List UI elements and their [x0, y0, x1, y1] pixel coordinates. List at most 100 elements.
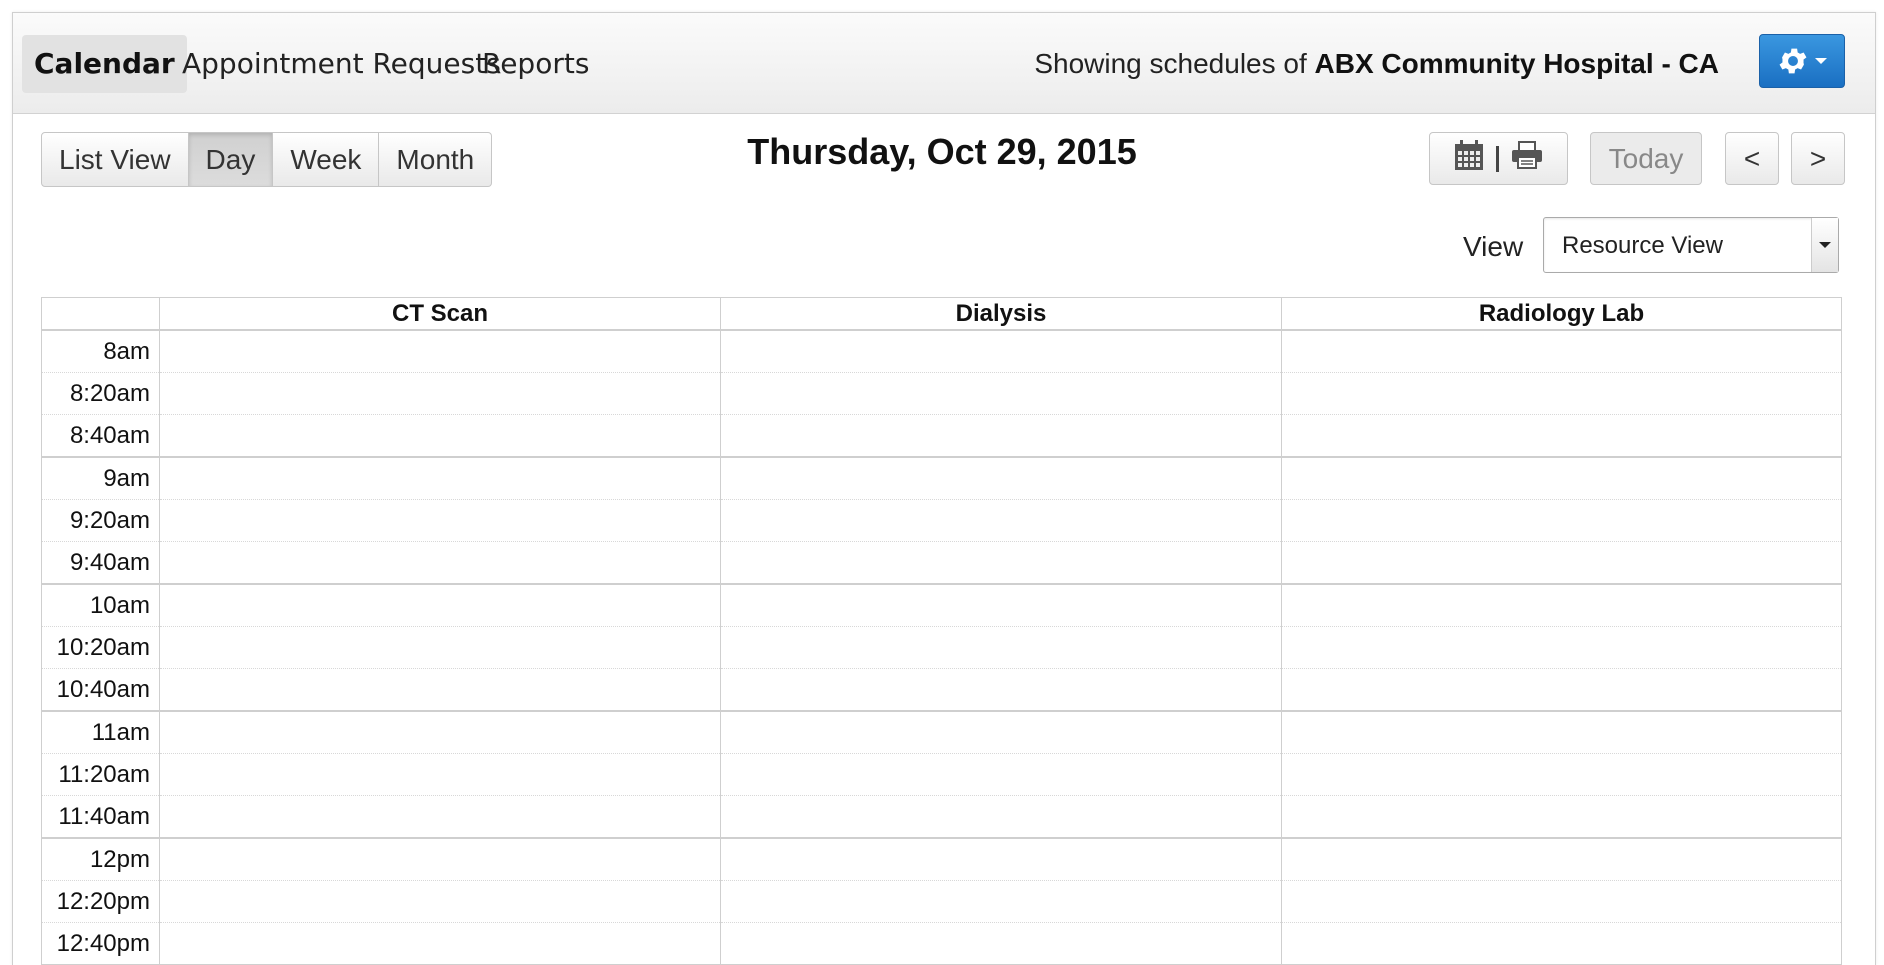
time-label: 11am	[42, 711, 160, 754]
schedule-grid: CT Scan Dialysis Radiology Lab 8am8:20am…	[41, 297, 1842, 965]
settings-button[interactable]	[1759, 34, 1845, 88]
schedule-cell[interactable]	[160, 457, 721, 500]
time-slot-row: 12:40pm	[42, 923, 1842, 965]
schedule-cell[interactable]	[1282, 415, 1842, 458]
schedule-cell[interactable]	[160, 923, 721, 965]
hospital-name: ABX Community Hospital - CA	[1315, 48, 1719, 79]
time-label: 10:20am	[42, 627, 160, 669]
tab-appointment-requests[interactable]: Appointment Requests	[170, 35, 513, 93]
schedule-cell[interactable]	[1282, 711, 1842, 754]
time-slot-row: 11:40am	[42, 796, 1842, 839]
time-label: 8:20am	[42, 373, 160, 415]
time-slot-row: 8:20am	[42, 373, 1842, 415]
schedule-cell[interactable]	[1282, 330, 1842, 373]
schedule-cell[interactable]	[1282, 584, 1842, 627]
time-slot-row: 9:40am	[42, 542, 1842, 585]
gear-icon	[1776, 44, 1810, 78]
schedule-cell[interactable]	[721, 669, 1282, 712]
divider	[1496, 146, 1499, 172]
schedule-cell[interactable]	[1282, 923, 1842, 965]
resource-header: Dialysis	[721, 298, 1282, 331]
time-slot-row: 8am	[42, 330, 1842, 373]
schedule-cell[interactable]	[721, 627, 1282, 669]
schedule-cell[interactable]	[160, 881, 721, 923]
showing-prefix: Showing schedules of	[1034, 48, 1306, 79]
calendar-print-button[interactable]	[1429, 132, 1568, 185]
tab-reports[interactable]: Reports	[470, 35, 601, 93]
time-slot-row: 10:40am	[42, 669, 1842, 712]
time-label: 11:40am	[42, 796, 160, 839]
time-label: 8am	[42, 330, 160, 373]
schedule-cell[interactable]	[721, 881, 1282, 923]
schedule-cell[interactable]	[160, 669, 721, 712]
time-slot-row: 8:40am	[42, 415, 1842, 458]
schedule-cell[interactable]	[721, 500, 1282, 542]
schedule-cell[interactable]	[1282, 500, 1842, 542]
time-slot-row: 9am	[42, 457, 1842, 500]
schedule-cell[interactable]	[1282, 373, 1842, 415]
view-select[interactable]: Resource View	[1543, 217, 1839, 273]
time-label: 12:40pm	[42, 923, 160, 965]
time-slot-row: 9:20am	[42, 500, 1842, 542]
schedule-cell[interactable]	[160, 627, 721, 669]
time-label: 8:40am	[42, 415, 160, 458]
time-label: 12:20pm	[42, 881, 160, 923]
schedule-cell[interactable]	[1282, 457, 1842, 500]
next-button[interactable]: >	[1791, 132, 1845, 185]
schedule-cell[interactable]	[1282, 838, 1842, 881]
schedule-cell[interactable]	[1282, 796, 1842, 839]
schedule-cell[interactable]	[160, 838, 721, 881]
print-icon	[1511, 141, 1543, 176]
schedule-cell[interactable]	[721, 711, 1282, 754]
top-nav: Calendar Appointment Requests Reports Sh…	[13, 13, 1875, 114]
schedule-cell[interactable]	[721, 373, 1282, 415]
resource-header: CT Scan	[160, 298, 721, 331]
time-slot-row: 11:20am	[42, 754, 1842, 796]
schedule-cell[interactable]	[721, 457, 1282, 500]
tab-calendar[interactable]: Calendar	[22, 35, 187, 93]
schedule-cell[interactable]	[1282, 669, 1842, 712]
time-label: 12pm	[42, 838, 160, 881]
schedule-cell[interactable]	[1282, 754, 1842, 796]
schedule-cell[interactable]	[1282, 542, 1842, 585]
time-label: 10am	[42, 584, 160, 627]
schedule-cell[interactable]	[721, 330, 1282, 373]
schedule-cell[interactable]	[160, 415, 721, 458]
time-slot-row: 12:20pm	[42, 881, 1842, 923]
schedule-cell[interactable]	[721, 796, 1282, 839]
schedule-cell[interactable]	[721, 923, 1282, 965]
resource-header: Radiology Lab	[1282, 298, 1842, 331]
time-label: 9:40am	[42, 542, 160, 585]
schedule-cell[interactable]	[721, 838, 1282, 881]
schedule-cell[interactable]	[1282, 627, 1842, 669]
view-label: View	[1463, 231, 1523, 263]
schedule-cell[interactable]	[721, 754, 1282, 796]
today-button[interactable]: Today	[1590, 132, 1702, 185]
time-slot-row: 10:20am	[42, 627, 1842, 669]
time-slot-row: 10am	[42, 584, 1842, 627]
schedule-cell[interactable]	[721, 542, 1282, 585]
dropdown-arrow-icon	[1811, 218, 1838, 272]
schedule-cell[interactable]	[1282, 881, 1842, 923]
view-select-value: Resource View	[1562, 232, 1723, 260]
time-slot-row: 11am	[42, 711, 1842, 754]
schedule-cell[interactable]	[721, 584, 1282, 627]
schedule-cell[interactable]	[160, 330, 721, 373]
time-label: 10:40am	[42, 669, 160, 712]
schedule-cell[interactable]	[160, 542, 721, 585]
calendar-icon	[1454, 139, 1484, 178]
schedule-cell[interactable]	[160, 711, 721, 754]
schedule-cell[interactable]	[160, 584, 721, 627]
prev-button[interactable]: <	[1725, 132, 1779, 185]
schedule-cell[interactable]	[160, 754, 721, 796]
schedule-cell[interactable]	[160, 796, 721, 839]
app-frame: Calendar Appointment Requests Reports Sh…	[12, 12, 1876, 965]
resource-header-row: CT Scan Dialysis Radiology Lab	[42, 298, 1842, 331]
time-label: 9:20am	[42, 500, 160, 542]
schedule-cell[interactable]	[721, 415, 1282, 458]
date-title-text: Thursday, Oct 29, 2015	[747, 131, 1137, 172]
time-label: 9am	[42, 457, 160, 500]
time-column-header	[42, 298, 160, 331]
schedule-cell[interactable]	[160, 500, 721, 542]
schedule-cell[interactable]	[160, 373, 721, 415]
